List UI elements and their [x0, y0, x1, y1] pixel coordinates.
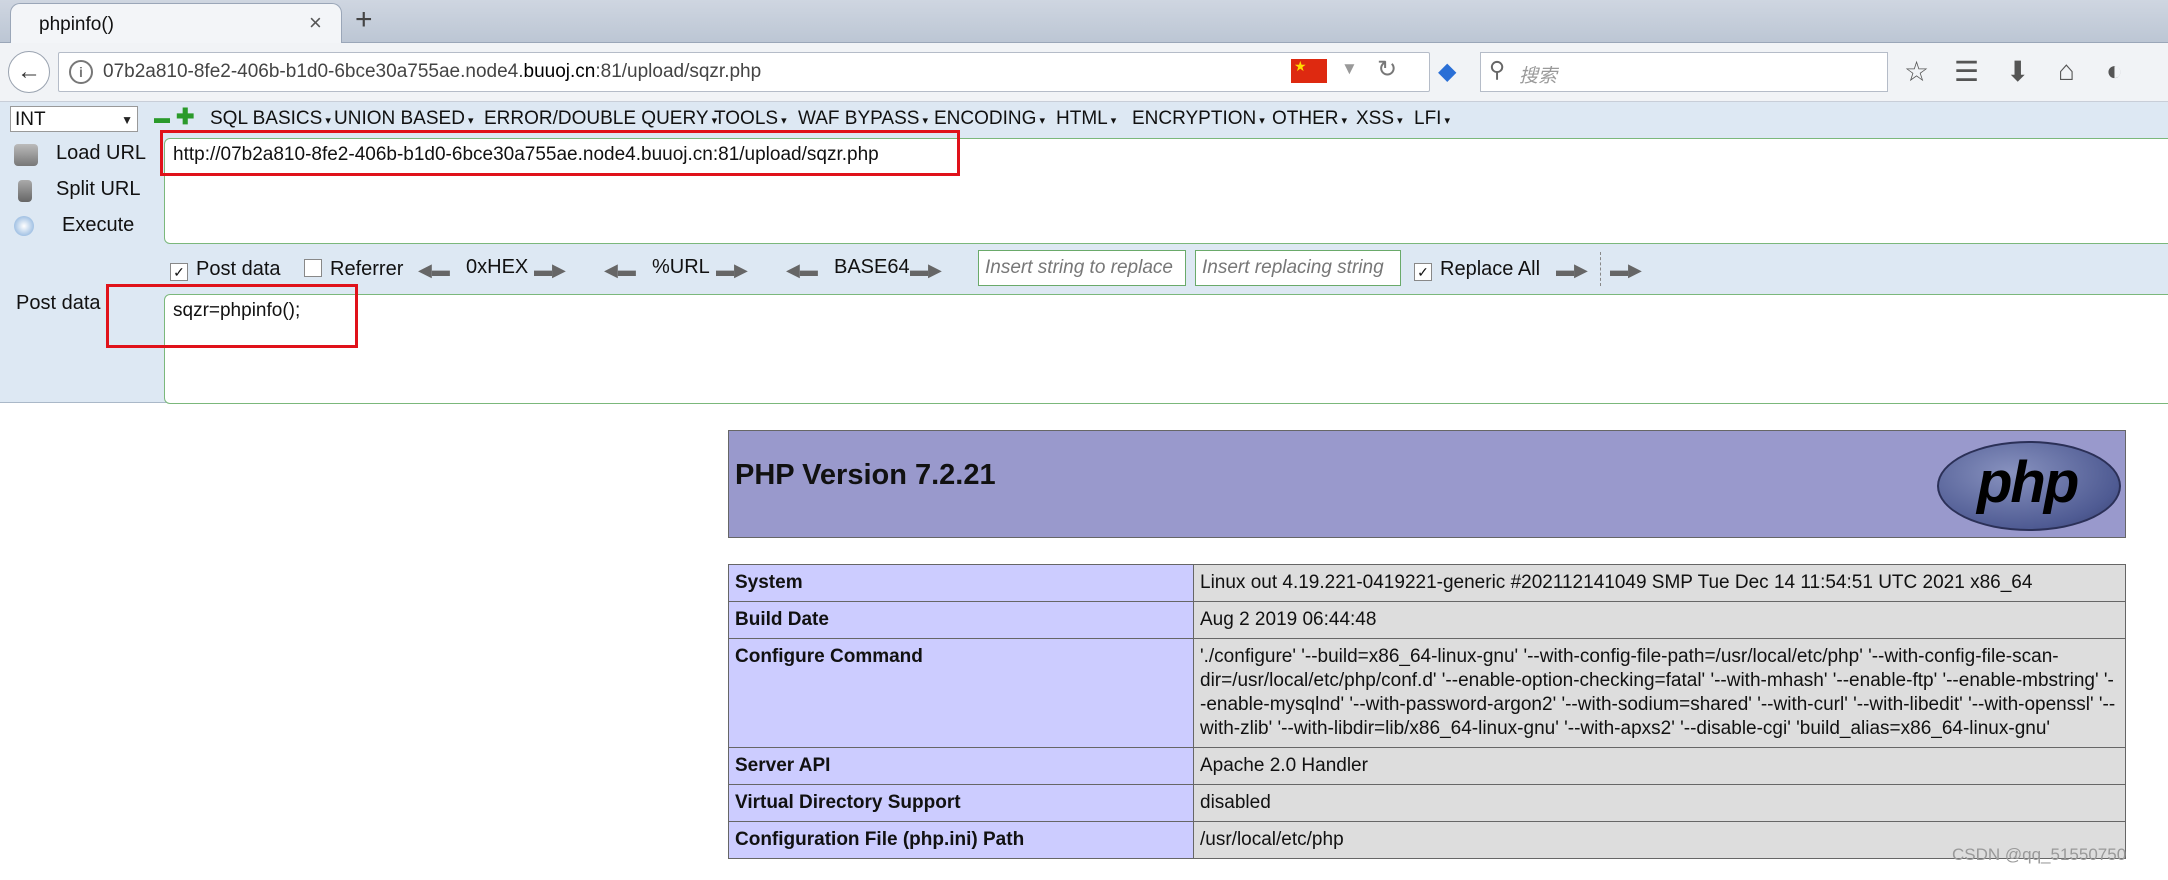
close-icon[interactable]: × — [309, 10, 322, 36]
table-row: Build Date Aug 2 2019 06:44:48 — [728, 601, 2126, 639]
php-info-table: System Linux out 4.19.221-0419221-generic… — [728, 564, 2126, 859]
replacing-string-input[interactable]: Insert replacing string — [1195, 250, 1401, 286]
search-icon: ⚲ — [1489, 57, 1506, 82]
referrer-checkbox[interactable]: Referrer — [304, 258, 403, 281]
post-data-textarea[interactable]: sqzr=phpinfo(); — [164, 294, 2168, 404]
bookmark-star-icon[interactable]: ☆ — [1904, 55, 1929, 88]
home-icon[interactable]: ⌂ — [2058, 55, 2075, 87]
checkbox-unchecked[interactable] — [304, 259, 322, 277]
download-icon[interactable]: ⬇ — [2006, 55, 2029, 88]
type-select-value: INT — [15, 109, 46, 130]
search-input[interactable]: ⚲ 搜索 — [1480, 52, 1888, 92]
table-key: Configure Command — [728, 638, 1194, 748]
menu-sql-basics[interactable]: SQL BASICS — [210, 108, 331, 130]
new-tab-button[interactable]: + — [355, 3, 373, 37]
back-button[interactable]: ← — [8, 51, 50, 93]
replace-forward-icon[interactable]: ▬▶ — [1556, 260, 1588, 281]
menu-encoding[interactable]: ENCODING — [934, 108, 1045, 130]
separator — [1600, 252, 1601, 286]
table-key: Virtual Directory Support — [728, 784, 1194, 822]
address-bar[interactable]: i 07b2a810-8fe2-406b-b1d0-6bce30a755ae.n… — [58, 52, 1430, 92]
post-data-checkbox[interactable]: ✓ Post data — [170, 258, 281, 281]
table-key: Build Date — [728, 601, 1194, 639]
reading-list-icon[interactable]: ☰ — [1954, 55, 1979, 88]
base64-label: BASE64 — [834, 256, 910, 278]
reload-icon[interactable]: ↻ — [1377, 55, 1397, 84]
menu-error-double-query[interactable]: ERROR/DOUBLE QUERY — [484, 108, 717, 130]
table-value: Apache 2.0 Handler — [1193, 747, 2126, 785]
url-prefix: 07b2a810-8fe2-406b-b1d0-6bce30a755ae.nod… — [103, 61, 524, 82]
url-host: buuoj.cn — [523, 61, 596, 82]
load-url-icon — [14, 144, 38, 166]
navigation-bar: ← i 07b2a810-8fe2-406b-b1d0-6bce30a755ae… — [0, 43, 2168, 102]
php-version-header: PHP Version 7.2.21 php — [728, 430, 2126, 538]
tab-bar: phpinfo() × + — [0, 0, 2168, 44]
type-select[interactable]: INT ▼ — [10, 106, 138, 132]
extension-icon[interactable]: ◆ — [1438, 57, 1456, 86]
table-value: './configure' '--build=x86_64-linux-gnu'… — [1193, 638, 2126, 748]
scissors-icon — [18, 180, 32, 202]
load-url-button[interactable]: Load URL — [56, 142, 146, 165]
php-version-title: PHP Version 7.2.21 — [735, 459, 996, 491]
hackbar-panel: INT ▼ ▬ ✚ SQL BASICS UNION BASED ERROR/D… — [0, 102, 2168, 404]
menu-tools[interactable]: TOOLS — [714, 108, 787, 130]
replace-all-checkbox[interactable]: ✓ Replace All — [1414, 258, 1540, 281]
php-info-tbody: System Linux out 4.19.221-0419221-generic… — [728, 564, 2126, 859]
chevron-down-icon: ▼ — [121, 113, 133, 127]
hex-encode-icon[interactable]: ▬▶ — [534, 260, 566, 281]
checkbox-checked[interactable]: ✓ — [170, 263, 188, 281]
url-decode-icon[interactable]: ◀▬ — [604, 260, 636, 281]
menu-lfi[interactable]: LFI — [1414, 108, 1450, 130]
menu-other[interactable]: OTHER — [1272, 108, 1347, 130]
menu-html[interactable]: HTML — [1056, 108, 1116, 130]
table-key: System — [728, 564, 1194, 602]
info-icon[interactable]: i — [69, 60, 93, 84]
url-highlight-box — [160, 130, 960, 176]
table-value: Aug 2 2019 06:44:48 — [1193, 601, 2126, 639]
menu-union-based[interactable]: UNION BASED — [334, 108, 474, 130]
menu-xss[interactable]: XSS — [1356, 108, 1403, 130]
tab-title: phpinfo() — [39, 14, 114, 35]
plus-icon[interactable]: ✚ — [176, 104, 194, 130]
php-logo-text: php — [1977, 450, 2079, 515]
menu-encryption[interactable]: ENCRYPTION — [1132, 108, 1265, 130]
base64-decode-icon[interactable]: ◀▬ — [786, 260, 818, 281]
url-encode-icon[interactable]: ▬▶ — [716, 260, 748, 281]
replace-all-label: Replace All — [1440, 258, 1541, 280]
referrer-checkbox-label: Referrer — [330, 258, 404, 280]
profile-icon[interactable]: ◐ — [2106, 55, 2123, 87]
address-url[interactable]: 07b2a810-8fe2-406b-b1d0-6bce30a755ae.nod… — [103, 61, 761, 83]
urlencode-label: %URL — [652, 256, 710, 278]
watermark: CSDN @qq_51550750 — [1952, 845, 2127, 864]
menu-waf-bypass[interactable]: WAF BYPASS — [798, 108, 928, 130]
table-row: Configuration File (php.ini) Path/usr/lo… — [728, 821, 2126, 859]
table-row: System Linux out 4.19.221-0419221-generic… — [728, 564, 2126, 602]
chevron-down-icon[interactable]: ▼ — [1341, 59, 1358, 79]
post-highlight-box — [106, 284, 358, 348]
post-data-label: Post data — [16, 292, 101, 314]
execute-button[interactable]: Execute — [62, 214, 134, 237]
search-placeholder: 搜索 — [1519, 66, 1558, 87]
url-suffix: :81/upload/sqzr.php — [595, 61, 762, 82]
table-row: Server API Apache 2.0 Handler — [728, 747, 2126, 785]
table-row: Configure Command './configure' '--build=… — [728, 638, 2126, 748]
china-flag-icon — [1291, 58, 1327, 83]
php-logo[interactable]: php — [1937, 441, 2121, 531]
replace-string-input[interactable]: Insert string to replace — [978, 250, 1186, 286]
base64-encode-icon[interactable]: ▬▶ — [910, 260, 942, 281]
table-row: Virtual Directory Support disabled — [728, 784, 2126, 822]
minus-icon[interactable]: ▬ — [154, 110, 170, 128]
post-data-checkbox-label: Post data — [196, 258, 281, 280]
table-value: Linux out 4.19.221-0419221-generic #2021… — [1193, 564, 2126, 602]
hex-decode-icon[interactable]: ◀▬ — [418, 260, 450, 281]
execute-icon — [14, 216, 34, 236]
checkbox-checked[interactable]: ✓ — [1414, 263, 1432, 281]
tab-phpinfo[interactable]: phpinfo() × — [10, 3, 342, 44]
hex-label: 0xHEX — [466, 256, 529, 278]
replace-apply-icon[interactable]: ▬▶ — [1610, 260, 1642, 281]
table-value: disabled — [1193, 784, 2126, 822]
table-key: Configuration File (php.ini) Path — [728, 821, 1194, 859]
table-key: Server API — [728, 747, 1194, 785]
split-url-button[interactable]: Split URL — [56, 178, 140, 201]
